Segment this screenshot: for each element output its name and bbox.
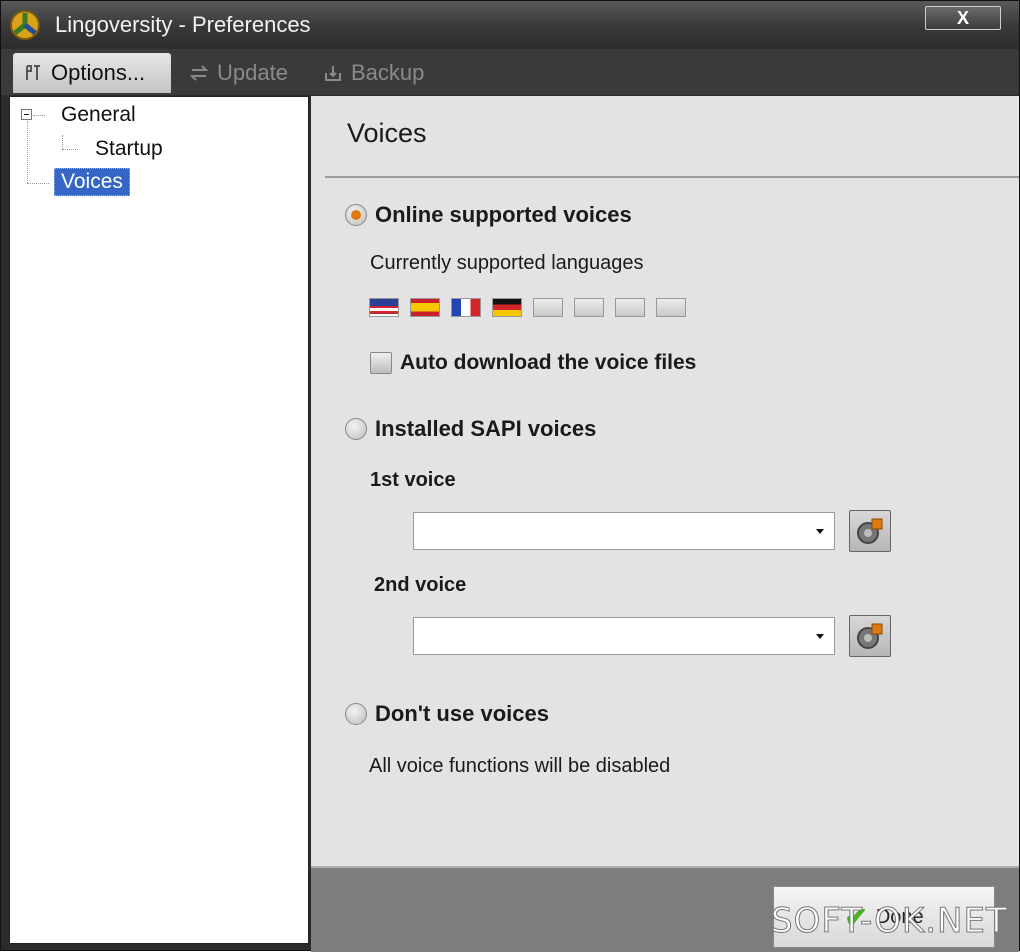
flag-france-icon: [451, 298, 481, 317]
auto-download-label: Auto download the voice files: [400, 351, 697, 374]
sapi-voices-label: Installed SAPI voices: [375, 416, 597, 441]
speaker-icon: [857, 623, 883, 649]
panel-header: Voices: [325, 96, 1019, 178]
first-voice-select[interactable]: [413, 512, 835, 550]
flag-spain-icon: [410, 298, 440, 317]
second-voice-play-button[interactable]: [849, 615, 891, 657]
no-voices-radio[interactable]: [345, 703, 367, 725]
tree-item-general[interactable]: General: [61, 103, 136, 127]
speaker-icon: [857, 518, 883, 544]
settings-tree: General Startup Voices: [9, 96, 309, 944]
tab-update[interactable]: Update: [189, 53, 288, 93]
title-bar[interactable]: Lingoversity - Preferences X: [1, 1, 1019, 49]
online-voices-label: Online supported voices: [375, 202, 632, 227]
tab-backup[interactable]: Backup: [323, 53, 424, 93]
online-voices-radio[interactable]: [345, 204, 367, 226]
tree-connector: [27, 121, 28, 183]
flag-placeholder-icon: [656, 298, 686, 317]
update-icon: [189, 65, 209, 81]
backup-icon: [325, 66, 341, 81]
first-voice-label: 1st voice: [370, 469, 456, 491]
flag-placeholder-icon: [574, 298, 604, 317]
flag-placeholder-icon: [533, 298, 563, 317]
sapi-voices-radio[interactable]: [345, 418, 367, 440]
no-voices-option[interactable]: Don't use voices: [345, 701, 549, 727]
tree-item-startup[interactable]: Startup: [95, 137, 163, 161]
voices-panel: Voices Online supported voices Currently…: [311, 96, 1019, 866]
tab-options[interactable]: Options...: [13, 53, 171, 93]
toolbar: Options... Update Backup: [1, 49, 1019, 95]
no-voices-label: Don't use voices: [375, 701, 549, 726]
close-button[interactable]: X: [925, 6, 1001, 30]
tab-backup-label: Backup: [351, 60, 425, 85]
tab-update-label: Update: [217, 60, 288, 85]
tab-options-label: Options...: [51, 60, 146, 85]
tree-connector: [27, 183, 49, 184]
window-title: Lingoversity - Preferences: [55, 12, 311, 37]
preferences-window: Lingoversity - Preferences X Options... …: [0, 0, 1020, 952]
no-voices-description: All voice functions will be disabled: [369, 755, 671, 777]
supported-languages-label: Currently supported languages: [370, 252, 644, 274]
flag-germany-icon: [492, 298, 522, 317]
lingoversity-logo-icon: [10, 10, 40, 40]
tree-connector: [62, 135, 63, 149]
tree-connector: [33, 115, 45, 116]
collapse-toggle[interactable]: [21, 109, 32, 120]
auto-download-checkbox[interactable]: [370, 352, 392, 374]
chevron-down-icon[interactable]: [816, 529, 824, 534]
watermark: SOFT-OK.NET: [771, 901, 1008, 942]
wrench-icon: [26, 65, 40, 80]
second-voice-label: 2nd voice: [374, 574, 467, 596]
online-voices-option[interactable]: Online supported voices: [345, 202, 632, 228]
second-voice-select[interactable]: [413, 617, 835, 655]
auto-download-option[interactable]: Auto download the voice files: [370, 351, 696, 375]
flag-us-icon: [369, 298, 399, 317]
tree-connector: [62, 149, 78, 150]
first-voice-play-button[interactable]: [849, 510, 891, 552]
tree-item-voices[interactable]: Voices: [54, 168, 130, 196]
sapi-voices-option[interactable]: Installed SAPI voices: [345, 416, 596, 442]
flag-placeholder-icon: [615, 298, 645, 317]
chevron-down-icon[interactable]: [816, 634, 824, 639]
language-flags: [369, 298, 686, 317]
page-title: Voices: [347, 118, 427, 148]
